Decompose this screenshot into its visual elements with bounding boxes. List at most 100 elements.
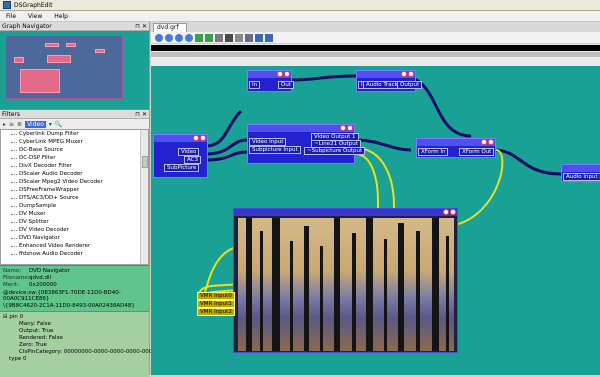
collapse-icon[interactable]: ≡ <box>9 121 14 128</box>
filter-xform[interactable]: XForm In XForm Out <box>416 138 496 158</box>
tree-silhouette <box>272 218 280 351</box>
graph-canvas[interactable]: Video AC3 SubPicture In Out Audio Track … <box>151 66 600 375</box>
tab-dvd-grf[interactable]: dvd.grf <box>153 23 187 32</box>
filter-info-icon[interactable] <box>193 135 199 141</box>
pin-vmr-input2[interactable]: VMR Input2 <box>197 308 235 316</box>
settings-icon[interactable] <box>235 33 243 42</box>
title-bar: DSGraphEdit <box>0 0 600 11</box>
filter-close-icon[interactable] <box>450 209 456 215</box>
filter-audio-track[interactable]: In Audio Track 1 Output <box>356 70 423 92</box>
pin-property-row: ClsPinCategory: 00000000-0000-0000-0000-… <box>19 349 184 355</box>
filter-video-decoder[interactable]: Video Input Subpicture Input Video Outpu… <box>247 124 366 164</box>
pin-vmr-input0[interactable]: VMR Input0 <box>197 292 235 300</box>
filter-list-item[interactable]: DV Video Decoder <box>1 226 148 234</box>
pin-subpicture-input[interactable]: Subpicture Input <box>249 146 301 154</box>
pin-icon[interactable]: ⊓ <box>135 111 140 118</box>
export-icon[interactable] <box>265 33 273 42</box>
category-dropdown[interactable]: Video <box>25 120 46 128</box>
dropdown-arrow-icon[interactable]: ▾ <box>49 121 52 128</box>
pin-audio-input[interactable]: Audio Input pin <box>563 173 600 181</box>
close-icon[interactable]: ✕ <box>142 23 147 30</box>
seek-bar[interactable] <box>151 45 600 51</box>
filter-list-item[interactable]: DV Splitter <box>1 218 148 226</box>
pin-header[interactable]: ⊟ pin 0 <box>3 314 146 321</box>
pin-video[interactable]: Video <box>178 148 200 156</box>
filter-list-item[interactable]: DSFreeFrameWrapper <box>1 186 148 194</box>
filter-list-item[interactable]: DVD Navigator <box>1 234 148 242</box>
step-icon[interactable] <box>185 33 193 42</box>
filter-info-icon[interactable] <box>340 125 346 131</box>
filter-list-item[interactable]: DTS/AC3/DD+ Source <box>1 194 148 202</box>
filter-list-item[interactable]: DumpSample <box>1 202 148 210</box>
pin-subpicture[interactable]: SubPicture <box>164 164 200 172</box>
filter-list-item[interactable]: DC-DSP Filter <box>1 154 148 162</box>
filter-close-icon[interactable] <box>200 135 206 141</box>
filter-list-item[interactable]: Cyberlink Dump Filter <box>1 130 148 138</box>
filter-top-small[interactable]: In Out <box>247 70 294 92</box>
filter-list-item[interactable]: Enhanced Video Renderer <box>1 242 148 250</box>
expand-icon[interactable]: ▸ <box>3 121 6 128</box>
play-icon[interactable] <box>155 33 163 42</box>
filter-info-icon[interactable] <box>443 209 449 215</box>
pin-ac3[interactable]: AC3 <box>184 156 202 164</box>
filter-buttons <box>340 125 353 131</box>
tree-silhouette <box>304 226 309 351</box>
search-icon[interactable]: 🔍 <box>55 121 62 128</box>
tree-silhouette <box>246 218 252 351</box>
filter-list-item[interactable]: DScaler Audio Decoder <box>1 170 148 178</box>
filter-list-item[interactable]: DV Muxer <box>1 210 148 218</box>
layout-icon[interactable] <box>245 33 253 42</box>
graph-navigator-view[interactable] <box>0 31 149 110</box>
filter-info-icon[interactable] <box>277 71 283 77</box>
pin-property-row: Zero: True <box>19 342 47 348</box>
list-icon[interactable]: ≣ <box>17 121 22 128</box>
filter-title-bar <box>562 165 600 172</box>
filter-list-scrollbar[interactable] <box>140 130 148 264</box>
filter-list-item[interactable]: ffdshow Audio Decoder <box>1 250 148 258</box>
menu-help[interactable]: Help <box>48 13 74 20</box>
graph-pane: dvd.grf Video AC3 SubPicture In Out Audi… <box>151 22 600 375</box>
filter-title-bar <box>248 125 354 132</box>
pin-xform-out[interactable]: XForm Out <box>459 148 495 156</box>
navigator-node <box>14 57 24 63</box>
pin-video-input[interactable]: Video Input <box>249 138 287 146</box>
stop-icon[interactable] <box>175 33 183 42</box>
filter-info-icon[interactable] <box>481 139 487 145</box>
close-icon[interactable]: ✕ <box>142 111 147 118</box>
pin-in[interactable]: In <box>249 81 261 89</box>
filter-close-icon[interactable] <box>488 139 494 145</box>
menu-file[interactable]: File <box>0 13 22 20</box>
scrollbar-thumb[interactable] <box>142 156 148 168</box>
save-icon[interactable] <box>255 33 263 42</box>
filter-list-item[interactable]: DC-Base Source <box>1 146 148 154</box>
filter-audio-renderer[interactable]: Audio Input pin <box>561 164 600 182</box>
info-value: DVD Navigator <box>29 268 70 274</box>
filter-list-item[interactable]: DivX Decoder Filter <box>1 162 148 170</box>
pin-icon[interactable]: ⊓ <box>135 23 140 30</box>
info-label: Merit: <box>3 282 19 288</box>
pause-icon[interactable] <box>165 33 173 42</box>
menu-view[interactable]: View <box>22 13 48 20</box>
navigator-header: Graph Navigator ⊓ ✕ <box>0 22 149 31</box>
pin-vmr-input1[interactable]: VMR Input1 <box>197 300 235 308</box>
tree-silhouette <box>432 218 439 351</box>
pin-output[interactable]: Output <box>397 81 423 89</box>
refresh-icon[interactable] <box>195 33 203 42</box>
pin-subpicture-output[interactable]: ~Subpicture Output <box>304 147 366 155</box>
video-renderer-window[interactable] <box>233 208 458 353</box>
info-label: Name: <box>3 268 22 274</box>
navigator-node <box>66 43 76 47</box>
filter-list-item[interactable]: CyberLink MPEG Muxer <box>1 138 148 146</box>
pin-out[interactable]: Out <box>278 81 294 89</box>
properties-icon[interactable] <box>225 33 233 42</box>
filter-close-icon[interactable] <box>284 71 290 77</box>
connect-icon[interactable] <box>205 33 213 42</box>
pin-xform-in[interactable]: XForm In <box>418 148 449 156</box>
filter-close-icon[interactable] <box>347 125 353 131</box>
filter-close-icon[interactable] <box>408 71 414 77</box>
filter-dvd-navigator[interactable]: Video AC3 SubPicture <box>153 134 208 178</box>
device-guid-cont: \{9B8C4620-2C1A-11D0-8493-00A02438AD48} <box>3 303 135 309</box>
filter-list-item[interactable]: DScaler Mpeg2 Video Decoder <box>1 178 148 186</box>
remove-icon[interactable] <box>215 33 223 42</box>
filter-info-icon[interactable] <box>401 71 407 77</box>
